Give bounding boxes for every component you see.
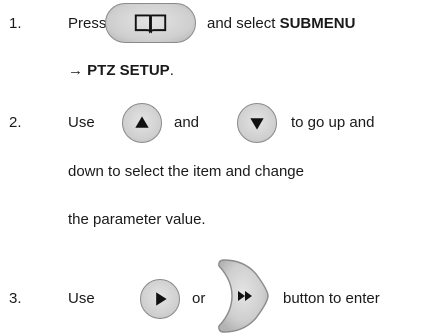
step-text: and xyxy=(174,114,200,131)
step-text: and select SUBMENU xyxy=(207,15,356,32)
step-text: the parameter value. xyxy=(68,211,206,228)
menu-button[interactable] xyxy=(105,3,196,43)
step-number: 1. xyxy=(9,15,22,32)
fast-forward-button[interactable] xyxy=(216,256,272,336)
step-text: to go up and xyxy=(291,114,375,131)
up-button[interactable] xyxy=(122,103,162,143)
step-number: 3. xyxy=(9,290,22,307)
step-text: Use xyxy=(68,290,95,307)
step-text: down to select the item and change xyxy=(68,163,304,180)
step-text: or xyxy=(192,290,206,307)
step-text: Use xyxy=(68,114,95,131)
step-text: → PTZ SETUP. xyxy=(68,62,174,79)
step-number: 2. xyxy=(9,114,22,131)
play-triangle-icon xyxy=(156,292,167,306)
down-button[interactable] xyxy=(237,103,277,143)
up-triangle-icon xyxy=(135,116,149,128)
down-triangle-icon xyxy=(250,118,264,130)
step-text: button to enter xyxy=(283,290,380,307)
right-button[interactable] xyxy=(140,279,180,319)
book-icon xyxy=(134,14,167,34)
step-text: Press xyxy=(68,15,107,32)
